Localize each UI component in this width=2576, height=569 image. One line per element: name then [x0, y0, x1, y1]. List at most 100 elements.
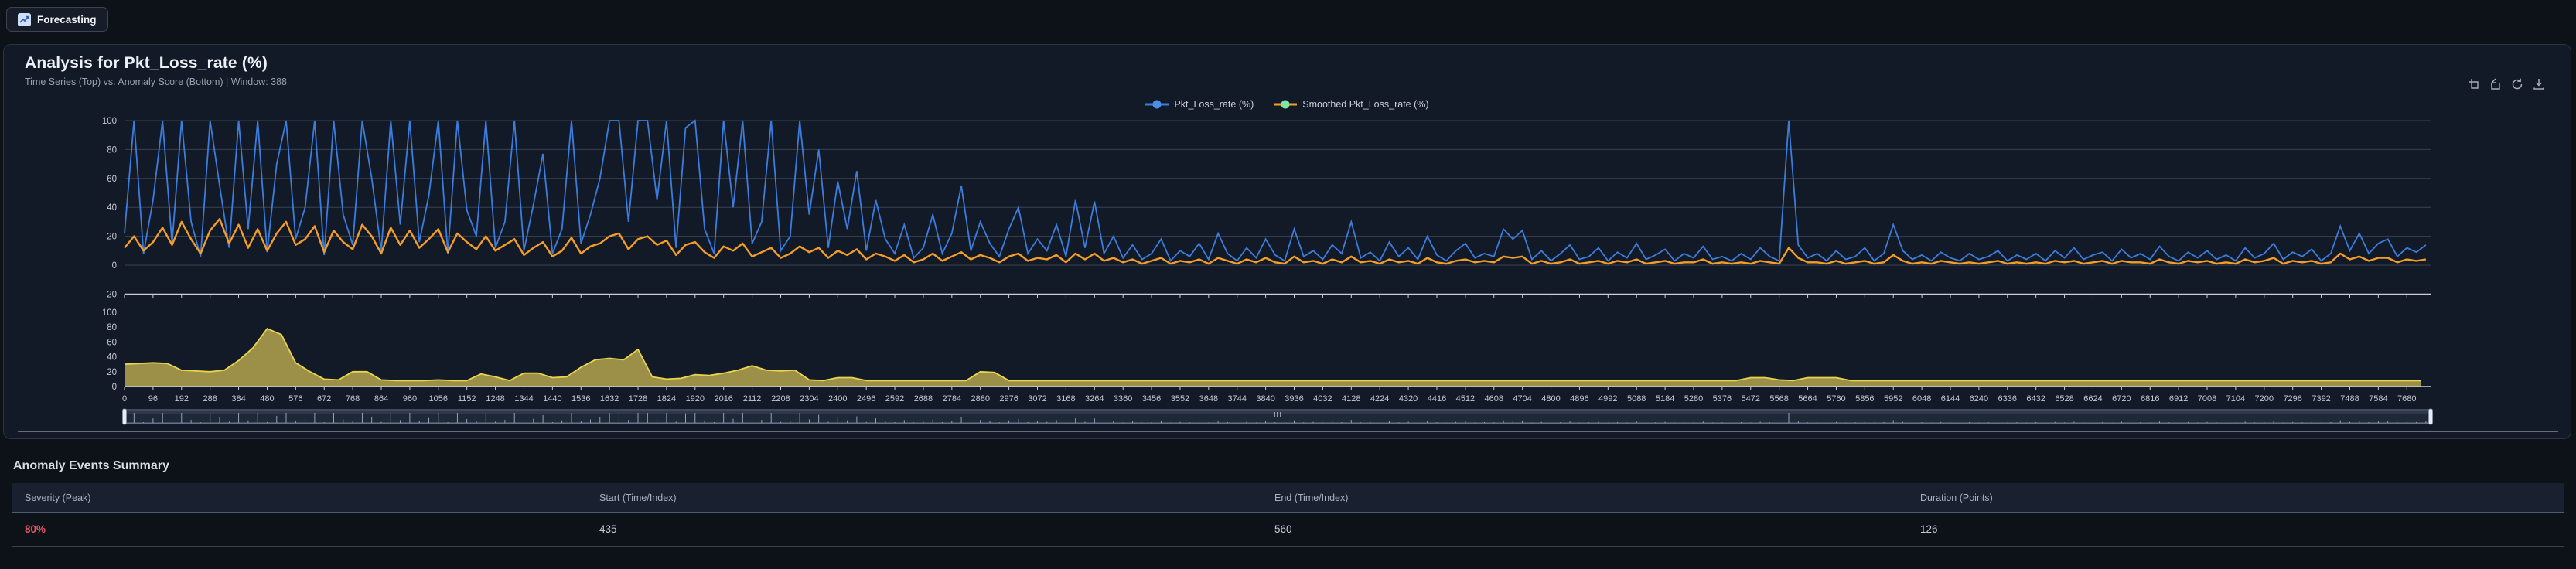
svg-text:100: 100	[102, 117, 117, 126]
slider-left-handle[interactable]	[122, 408, 127, 425]
svg-text:3360: 3360	[1114, 394, 1132, 404]
svg-text:40: 40	[107, 203, 117, 213]
svg-text:3168: 3168	[1056, 394, 1075, 404]
svg-text:1440: 1440	[543, 394, 561, 404]
anomaly-score-area	[125, 329, 2421, 387]
col-header-severity: Severity (Peak)	[25, 492, 91, 503]
svg-text:6144: 6144	[1941, 394, 1960, 404]
table-row[interactable]: 80% 435 560 126	[12, 513, 2564, 547]
svg-text:192: 192	[175, 394, 189, 404]
duration-value: 126	[1920, 523, 1938, 535]
slider-right-handle[interactable]	[2428, 408, 2433, 425]
svg-text:3648: 3648	[1199, 394, 1218, 404]
svg-text:5856: 5856	[1855, 394, 1874, 404]
svg-text:6240: 6240	[1970, 394, 1988, 404]
svg-text:100: 100	[102, 308, 117, 318]
svg-text:3456: 3456	[1142, 394, 1161, 404]
datazoom-slider[interactable]	[122, 408, 2433, 425]
svg-text:3840: 3840	[1256, 394, 1274, 404]
svg-text:288: 288	[203, 394, 217, 404]
svg-text:672: 672	[317, 394, 331, 404]
svg-text:4320: 4320	[1399, 394, 1418, 404]
svg-text:40: 40	[107, 353, 117, 363]
analysis-panel: Analysis for Pkt_Loss_rate (%) Time Seri…	[3, 44, 2571, 439]
svg-text:2976: 2976	[999, 394, 1018, 404]
svg-text:7296: 7296	[2283, 394, 2301, 404]
svg-text:4032: 4032	[1313, 394, 1332, 404]
analysis-chart[interactable]: -20 0 20 40 60 80 100 0 20 40 60 80 100 0 96 192 288 384 4…	[4, 45, 2572, 440]
col-header-start: Start (Time/Index)	[599, 492, 677, 503]
svg-text:6816: 6816	[2141, 394, 2159, 404]
svg-text:4896: 4896	[1570, 394, 1588, 404]
table-header-row: Severity (Peak) Start (Time/Index) End (…	[12, 483, 2564, 513]
svg-text:6432: 6432	[2026, 394, 2045, 404]
trend-chart-icon	[18, 12, 31, 26]
svg-text:4128: 4128	[1342, 394, 1360, 404]
svg-text:5280: 5280	[1684, 394, 1703, 404]
svg-text:5568: 5568	[1769, 394, 1788, 404]
forecasting-button-label: Forecasting	[37, 13, 97, 26]
svg-text:1728: 1728	[629, 394, 647, 404]
anomaly-score-chart: 0 20 40 60 80 100	[102, 308, 2421, 392]
end-value: 560	[1274, 523, 1292, 535]
svg-text:960: 960	[403, 394, 417, 404]
pkt-loss-series	[124, 119, 2427, 263]
svg-text:80: 80	[107, 323, 117, 332]
svg-text:2784: 2784	[943, 394, 961, 404]
severity-value: 80%	[25, 523, 46, 535]
svg-text:2496: 2496	[857, 394, 875, 404]
svg-text:2208: 2208	[771, 394, 790, 404]
svg-text:6336: 6336	[1998, 394, 2017, 404]
svg-text:80: 80	[107, 145, 117, 155]
svg-text:6624: 6624	[2083, 394, 2102, 404]
svg-text:96: 96	[148, 394, 158, 404]
svg-text:2688: 2688	[914, 394, 933, 404]
top-x-axis	[124, 293, 2431, 298]
svg-text:5760: 5760	[1827, 394, 1845, 404]
svg-text:4224: 4224	[1370, 394, 1389, 404]
svg-text:2400: 2400	[828, 394, 847, 404]
svg-text:3264: 3264	[1085, 394, 1104, 404]
top-chart: -20 0 20 40 60 80 100	[102, 117, 2431, 299]
svg-text:7008: 7008	[2198, 394, 2216, 404]
svg-text:5952: 5952	[1884, 394, 1902, 404]
col-header-end: End (Time/Index)	[1274, 492, 1349, 503]
svg-text:-20: -20	[104, 290, 117, 299]
svg-text:1152: 1152	[458, 394, 476, 404]
svg-text:2592: 2592	[885, 394, 904, 404]
svg-text:3552: 3552	[1171, 394, 1189, 404]
svg-text:7680: 7680	[2397, 394, 2416, 404]
summary-heading: Anomaly Events Summary	[13, 459, 169, 472]
svg-text:7200: 7200	[2255, 394, 2274, 404]
forecasting-button[interactable]: Forecasting	[6, 7, 108, 32]
svg-text:5184: 5184	[1656, 394, 1674, 404]
svg-text:1632: 1632	[600, 394, 619, 404]
svg-text:20: 20	[107, 233, 117, 242]
svg-text:384: 384	[231, 394, 245, 404]
svg-text:3072: 3072	[1028, 394, 1046, 404]
svg-text:1920: 1920	[686, 394, 705, 404]
svg-text:5472: 5472	[1742, 394, 1760, 404]
svg-text:60: 60	[107, 338, 117, 347]
svg-text:6912: 6912	[2169, 394, 2188, 404]
svg-text:5664: 5664	[1798, 394, 1817, 404]
svg-text:0: 0	[122, 394, 127, 404]
svg-text:6720: 6720	[2112, 394, 2131, 404]
svg-text:3744: 3744	[1227, 394, 1246, 404]
svg-text:60: 60	[107, 175, 117, 184]
svg-text:2304: 2304	[800, 394, 818, 404]
svg-text:5088: 5088	[1627, 394, 1646, 404]
anomaly-events-table: Severity (Peak) Start (Time/Index) End (…	[12, 483, 2564, 547]
svg-text:4992: 4992	[1598, 394, 1617, 404]
svg-text:1248: 1248	[486, 394, 504, 404]
bottom-x-axis: 0 96 192 288 384 480 576 672 768 864 960 1056 1152 12…	[122, 386, 2431, 404]
svg-text:7104: 7104	[2226, 394, 2245, 404]
svg-text:4704: 4704	[1513, 394, 1531, 404]
svg-text:6048: 6048	[1912, 394, 1931, 404]
svg-text:864: 864	[374, 394, 388, 404]
svg-text:4800: 4800	[1541, 394, 1560, 404]
col-header-duration: Duration (Points)	[1920, 492, 1993, 503]
svg-text:4416: 4416	[1428, 394, 1446, 404]
svg-text:7584: 7584	[2369, 394, 2387, 404]
svg-text:1536: 1536	[571, 394, 590, 404]
